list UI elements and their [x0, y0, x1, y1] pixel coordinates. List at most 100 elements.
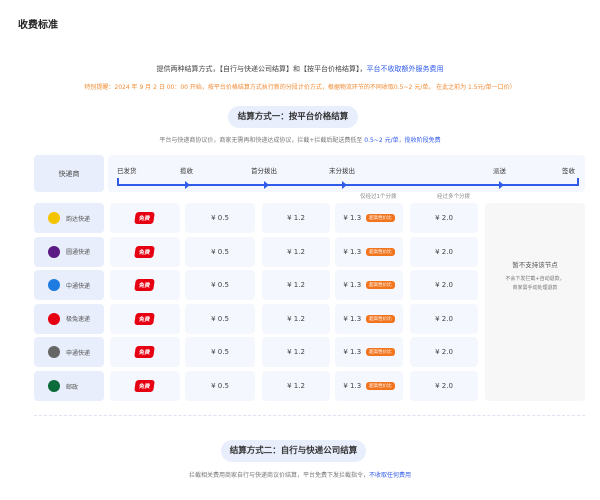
method-two-highlight: 不收取任何费用: [369, 472, 412, 479]
price-value: ¥ 0.5: [211, 281, 229, 290]
page-title: 收费标准: [18, 20, 58, 31]
carrier-cell: 韵达快递: [34, 203, 104, 233]
price-cell: ¥ 1.3 超高性价比: [335, 203, 403, 233]
carrier-cell: 申通快递: [34, 337, 104, 368]
price-cell-pickup: 免费: [110, 203, 180, 233]
free-badge: 免费: [134, 212, 156, 224]
value-tag: 超高性价比: [366, 382, 395, 390]
price-cell: ¥ 2.0: [410, 337, 478, 368]
carrier-name: 韵达快递: [66, 215, 91, 223]
price-value: ¥ 1.2: [287, 348, 305, 357]
timeline-end: [577, 178, 579, 186]
price-value: ¥ 2.0: [435, 382, 453, 390]
carrier-name: 极兔速递: [66, 316, 91, 324]
method-one-desc: 平台与快递商协议价，商家无需再和快递达成协议，拦截+拦截后配送费低至 0.5~2…: [0, 135, 600, 144]
free-badge: 免费: [134, 245, 156, 258]
price-cell: ¥ 1.3 超高性价比: [335, 337, 403, 368]
timeline-step: 已发货: [117, 167, 137, 175]
arrow-icon: [342, 181, 347, 189]
price-cell: ¥ 0.5: [185, 236, 255, 267]
timeline-step: 揽收: [180, 167, 193, 175]
value-tag: 超高性价比: [366, 214, 395, 222]
price-value: ¥ 1.3: [343, 314, 362, 323]
method-one-desc-text: 平台与快递商协议价，商家无需再和快递达成协议，拦截+拦截后配送费低至: [159, 137, 365, 144]
free-badge: 免费: [134, 279, 156, 292]
price-cell-pickup: 免费: [110, 270, 180, 301]
method-one-highlight: 揽收阶段免费: [404, 137, 441, 144]
price-cell: ¥ 1.2: [262, 337, 330, 368]
price-cell: ¥ 1.3 超高性价比: [335, 236, 403, 267]
method-one-title: 结算方式一：按平台价格结算: [228, 106, 358, 128]
carrier-cell: 中通快递: [34, 270, 104, 301]
price-cell: ¥ 1.2: [262, 303, 330, 334]
price-cell: ¥ 2.0: [410, 371, 478, 401]
price-value: ¥ 0.5: [211, 382, 229, 390]
price-cell: ¥ 2.0: [410, 303, 478, 334]
carrier-name: 中通快递: [66, 282, 91, 290]
free-badge: 免费: [134, 380, 156, 392]
unsupported-title: 暂不支持该节点: [512, 261, 558, 269]
col-note: 仅经过1个分拨: [360, 194, 397, 200]
method-two-desc: 拦截相关费用商家自行与快递商议价结算，平台免费下发拦截指令，不收取任何费用: [0, 470, 600, 479]
timeline-step: 派送: [493, 167, 506, 175]
price-value: ¥ 1.2: [287, 382, 305, 390]
price-cell-pickup: 免费: [110, 371, 180, 401]
carrier-logo-icon: [48, 245, 60, 258]
carrier-cell: 极兔速递: [34, 303, 104, 334]
unsupported-node: 暂不支持该节点 不会下发拦截+自动退款， 商家需手动处理退款: [485, 203, 585, 401]
price-value: ¥ 0.5: [211, 247, 229, 256]
unsupported-desc: 不会下发拦截+自动退款，: [505, 276, 565, 282]
divider: [34, 415, 585, 416]
intro-main: 提供两种结算方式，【自行与快递公司结算】和【按平台价格结算】，: [156, 65, 367, 73]
value-tag: 超高性价比: [366, 247, 395, 256]
carrier-header: 快递商: [34, 155, 104, 192]
price-cell: ¥ 1.2: [262, 203, 330, 233]
price-cell: ¥ 1.2: [262, 270, 330, 301]
method-two-title: 结算方式二：自行与快递公司结算: [221, 440, 366, 462]
carrier-cell: 圆通快递: [34, 236, 104, 267]
price-value: ¥ 0.5: [211, 348, 229, 357]
price-value: ¥ 2.0: [435, 214, 453, 222]
value-tag: 超高性价比: [366, 348, 395, 357]
free-badge: 免费: [134, 346, 156, 359]
price-cell-pickup: 免费: [110, 337, 180, 368]
timeline-step: 首分拨出: [251, 167, 277, 175]
price-cell: ¥ 0.5: [185, 337, 255, 368]
arrow-icon: [264, 181, 269, 189]
carrier-logo-icon: [48, 346, 60, 359]
col-note: 经过多个分拨: [437, 194, 471, 200]
carrier-name: 邮政: [66, 383, 79, 391]
arrow-icon: [185, 181, 190, 189]
price-value: ¥ 1.2: [287, 214, 305, 222]
price-value: ¥ 1.3: [343, 281, 362, 290]
price-cell: ¥ 2.0: [410, 236, 478, 267]
intro-highlight: 平台不收取额外服务费用: [366, 65, 444, 73]
unsupported-desc: 商家需手动处理退款: [512, 285, 558, 291]
intro-text: 提供两种结算方式，【自行与快递公司结算】和【按平台价格结算】，平台不收取额外服务…: [0, 64, 600, 74]
price-value: ¥ 2.0: [435, 348, 453, 357]
price-cell: ¥ 1.3 超高性价比: [335, 270, 403, 301]
timeline-step: 签收: [562, 167, 575, 175]
carrier-logo-icon: [48, 380, 60, 392]
value-tag: 超高性价比: [366, 281, 395, 290]
price-value: ¥ 2.0: [435, 247, 453, 256]
price-value: ¥ 2.0: [435, 314, 453, 323]
price-cell: ¥ 1.2: [262, 371, 330, 401]
carrier-cell: 邮政: [34, 371, 104, 401]
price-value: ¥ 1.2: [287, 247, 305, 256]
price-cell: ¥ 0.5: [185, 303, 255, 334]
carrier-name: 圆通快递: [66, 249, 91, 257]
price-value: ¥ 2.0: [435, 281, 453, 290]
price-cell: ¥ 2.0: [410, 270, 478, 301]
method-one-price: 0.5~2 元/单: [364, 137, 399, 144]
free-badge: 免费: [134, 312, 156, 325]
price-cell-pickup: 免费: [110, 236, 180, 267]
price-value: ¥ 0.5: [211, 314, 229, 323]
carrier-logo-icon: [48, 312, 60, 325]
price-cell: ¥ 0.5: [185, 203, 255, 233]
price-value: ¥ 1.3: [343, 247, 362, 256]
price-cell: ¥ 1.3 超高性价比: [335, 371, 403, 401]
price-value: ¥ 1.3: [343, 348, 362, 357]
price-cell: ¥ 0.5: [185, 270, 255, 301]
price-value: ¥ 1.2: [287, 314, 305, 323]
